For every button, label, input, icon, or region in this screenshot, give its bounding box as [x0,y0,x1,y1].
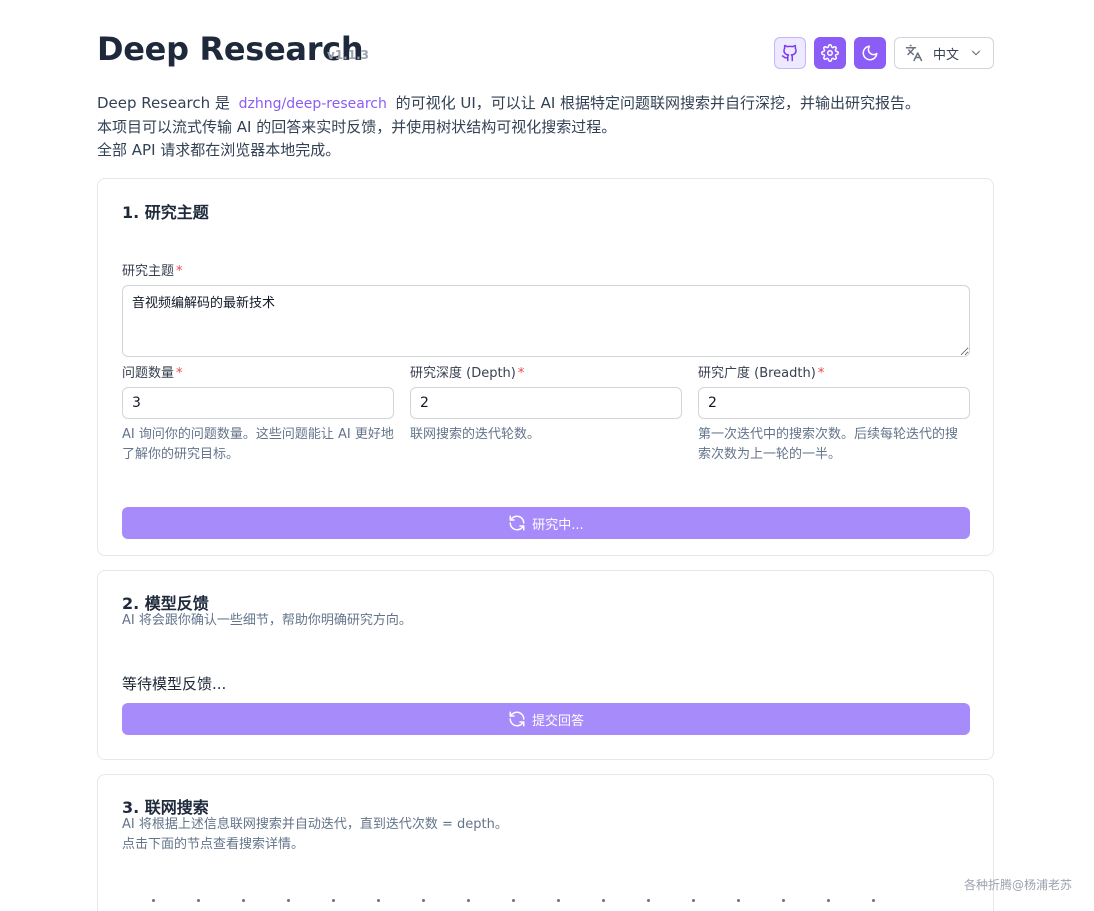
section-subtitle: 点击下面的节点查看搜索详情。 [122,837,305,852]
questions-hint: AI 询问你的问题数量。这些问题能让 AI 更好地了解你的研究目标。 [122,427,394,462]
waiting-text: 等待模型反馈... [122,675,227,693]
grid-dot [557,899,560,902]
button-label: 提交回答 [531,713,584,729]
grid-dot [827,899,830,902]
depth-field: 研究深度 (Depth)* 联网搜索的迭代轮数。 [410,362,682,445]
topic-field: 研究主题 * 音视频编解码的最新技术 [122,260,970,361]
submit-answer-button[interactable]: 提交回答 [122,703,970,735]
section-title: 1. 研究主题 [122,203,209,222]
topic-input[interactable]: 音视频编解码的最新技术 [122,285,970,357]
required-mark: * [817,366,825,381]
grid-dot [422,899,425,902]
grid-dot [782,899,785,902]
intro: Deep Research 是 dzhng/deep-research 的可视化… [97,92,994,162]
settings-button[interactable] [814,37,846,69]
web-search-card: 3. 联网搜索 AI 将根据上述信息联网搜索并自动迭代，直到迭代次数 = dep… [97,774,994,911]
depth-hint: 联网搜索的迭代轮数。 [410,427,541,442]
gear-icon [821,44,839,62]
intro-text: 全部 API 请求都在浏览器本地完成。 [97,141,341,159]
grid-dot [332,899,335,902]
language-label: 中文 [932,47,959,63]
moon-icon [862,45,878,61]
grid-dot [872,899,875,902]
version-label: v1.1.3 [327,48,369,62]
grid-dot [692,899,695,902]
grid-dot [737,899,740,902]
watermark: 各种折腾@杨浦老苏 [963,878,1072,892]
section-subtitle: AI 将会跟你确认一些细节，帮助你明确研究方向。 [122,613,412,628]
breadth-input[interactable] [698,387,970,419]
intro-text: 本项目可以流式传输 AI 的回答来实时反馈，并使用树状结构可视化搜索过程。 [97,118,617,136]
header: Deep Research v1.1.3 中文 [97,0,994,86]
depth-label: 研究深度 (Depth) [410,366,516,381]
grid-dot [197,899,200,902]
breadth-field: 研究广度 (Breadth)* 第一次迭代中的搜索次数。后续每轮迭代的搜索次数为… [698,362,970,465]
grid-dot [647,899,650,902]
grid-dot [377,899,380,902]
intro-text: Deep Research 是 [97,94,230,112]
grid-dot [602,899,605,902]
chevron-down-icon [971,50,981,56]
section-subtitle: AI 将根据上述信息联网搜索并自动迭代，直到迭代次数 = depth。 [122,817,508,832]
refresh-icon [509,515,525,531]
refresh-icon [509,711,525,727]
start-research-button[interactable]: 研究中... [122,507,970,539]
translate-icon [905,44,923,62]
grid-dot [152,899,155,902]
search-tree-canvas[interactable] [152,899,875,902]
required-mark: * [176,264,183,279]
topic-label: 研究主题 [122,264,175,279]
questions-field: 问题数量* AI 询问你的问题数量。这些问题能让 AI 更好地了解你的研究目标。 [122,362,394,465]
grid-dot [512,899,515,902]
breadth-label: 研究广度 (Breadth) [698,366,816,381]
github-icon [781,44,797,62]
github-button[interactable] [774,37,806,69]
research-topic-card: 1. 研究主题 研究主题* 音视频编解码的最新技术 问题数量* AI 询问你的问… [97,178,994,556]
required-mark: * [176,366,183,381]
repo-link[interactable]: dzhng/deep-research [239,96,387,112]
button-label: 研究中... [532,517,584,533]
breadth-hint: 第一次迭代中的搜索次数。后续每轮迭代的搜索次数为上一轮的一半。 [698,427,959,462]
questions-input[interactable] [122,387,394,419]
questions-label: 问题数量 [122,366,175,381]
grid-dot [287,899,290,902]
grid-dot [467,899,470,902]
language-select[interactable]: 中文 [894,37,994,69]
app-title: Deep Research [97,30,364,68]
theme-toggle-button[interactable] [854,37,886,69]
toolbar: 中文 [774,37,994,69]
intro-text: 的可视化 UI，可以让 AI 根据特定问题联网搜索并自行深挖，并输出研究报告。 [395,94,921,112]
model-feedback-card: 2. 模型反馈 AI 将会跟你确认一些细节，帮助你明确研究方向。 等待模型反馈.… [97,570,994,760]
depth-input[interactable] [410,387,682,419]
grid-dot [242,899,245,902]
required-mark: * [517,366,525,381]
